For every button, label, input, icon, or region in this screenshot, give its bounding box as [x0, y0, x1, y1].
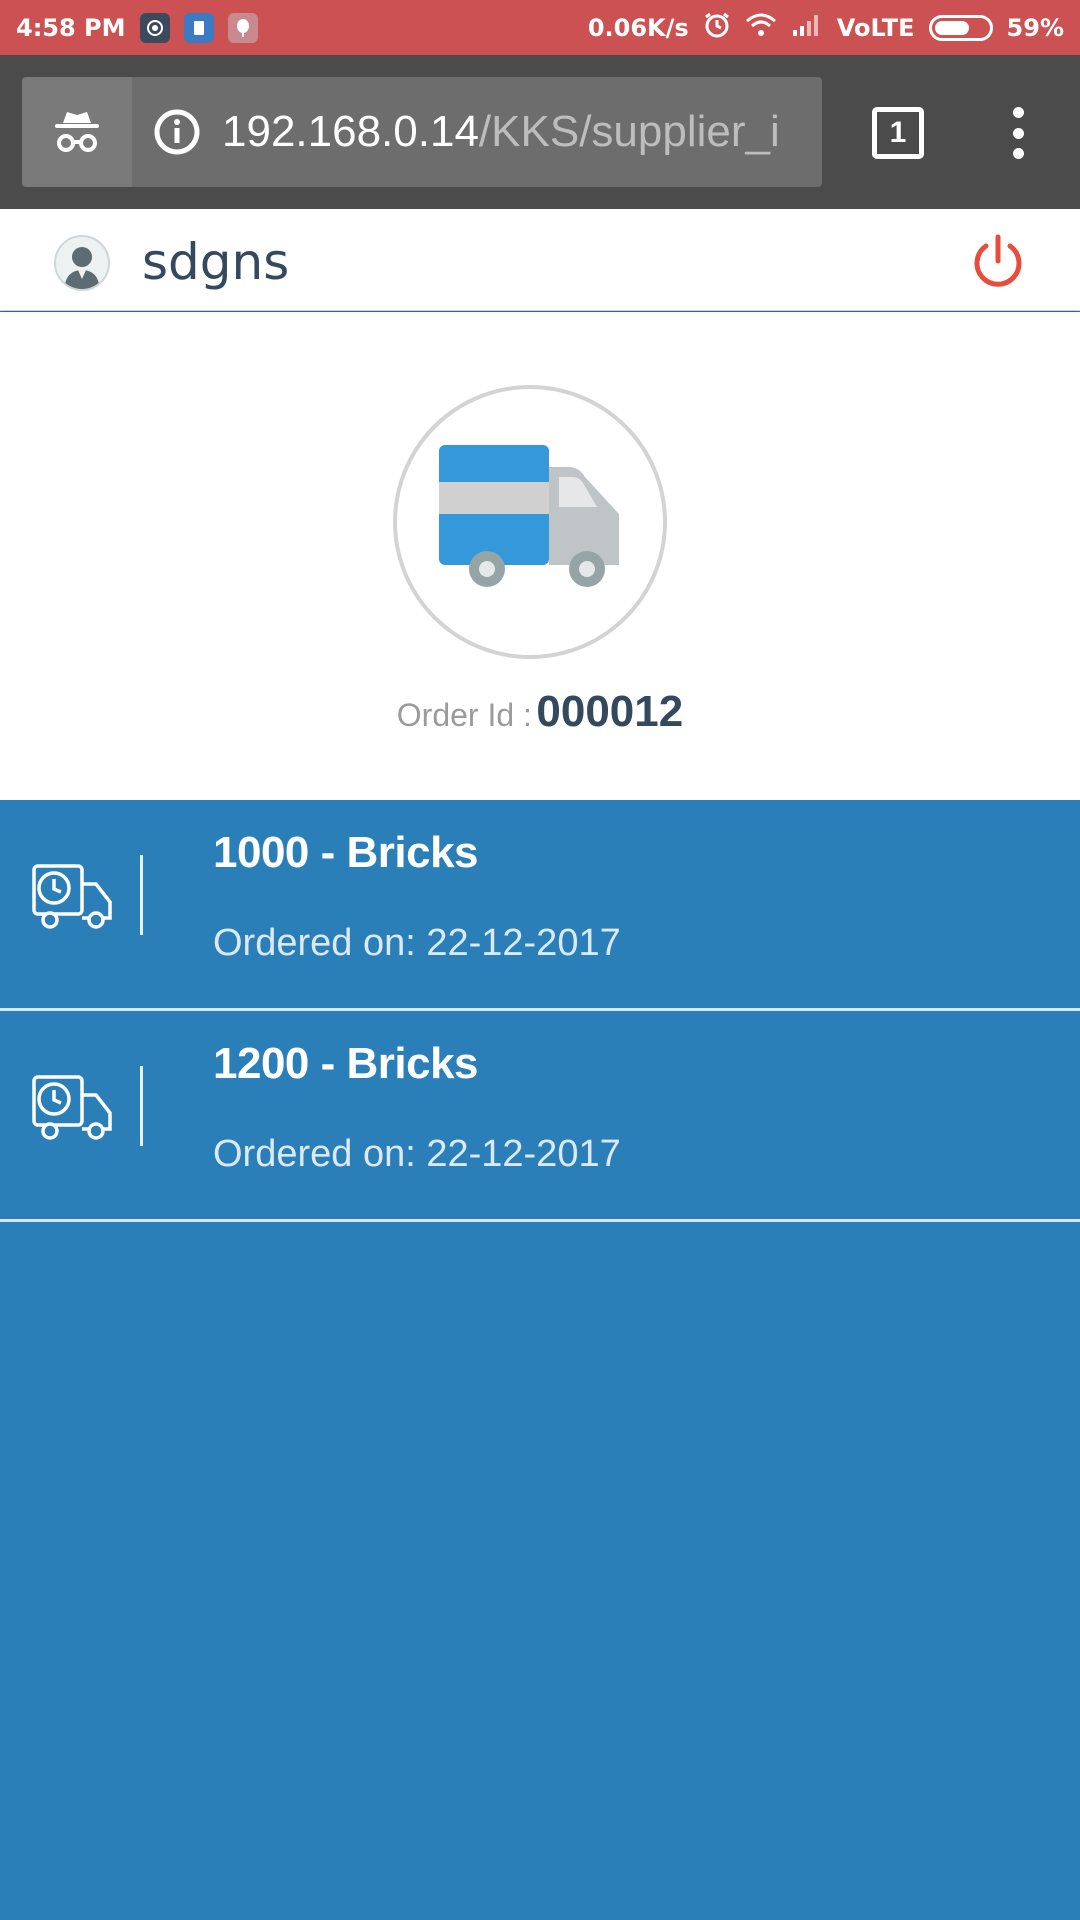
- order-title: 1000 - Bricks: [213, 828, 479, 877]
- delivery-truck-clock-icon: [32, 864, 112, 929]
- order-id-value: 000012: [536, 687, 684, 736]
- order-row[interactable]: 1200 - Bricks Ordered on: 22-12-2017: [0, 1011, 1080, 1222]
- username: sdgns: [142, 233, 290, 291]
- balloon-notification-icon: [227, 12, 258, 43]
- app-notification-icon: [183, 12, 214, 43]
- tab-count: 1: [889, 116, 907, 149]
- battery-percent: 59%: [1006, 13, 1064, 42]
- incognito-icon[interactable]: [22, 77, 132, 187]
- orders-list: 1000 - Bricks Ordered on: 22-12-2017 120…: [0, 800, 1080, 1222]
- order-id-label: Order Id :: [396, 697, 532, 733]
- truck-icon: [393, 385, 667, 659]
- power-icon[interactable]: [968, 231, 1028, 291]
- status-bar: 4:58 PM 0.06K/s VoLTE 59%: [0, 0, 1080, 55]
- url-bar[interactable]: 192.168.0.14/KKS/supplier_i: [132, 77, 822, 187]
- chrome-notification-icon: [139, 12, 170, 43]
- order-title: 1200 - Bricks: [213, 1039, 479, 1088]
- delivery-truck-clock-icon: [32, 1075, 112, 1140]
- app-header: sdgns: [0, 209, 1080, 311]
- tabs-icon[interactable]: 1: [872, 107, 924, 159]
- alarm-icon: [703, 11, 731, 45]
- order-row[interactable]: 1000 - Bricks Ordered on: 22-12-2017: [0, 800, 1080, 1011]
- order-date: Ordered on: 22-12-2017: [213, 922, 621, 964]
- more-menu-icon[interactable]: [1002, 103, 1034, 163]
- browser-toolbar: 192.168.0.14/KKS/supplier_i 1: [0, 55, 1080, 209]
- signal-icon: [791, 12, 823, 44]
- url-text[interactable]: 192.168.0.14/KKS/supplier_i: [222, 107, 780, 157]
- wifi-icon: [745, 12, 777, 44]
- row-divider: [140, 855, 143, 935]
- avatar-icon[interactable]: [54, 235, 110, 291]
- order-hero: Order Id : 000012: [0, 312, 1080, 800]
- url-host: 192.168.0.14: [222, 107, 479, 156]
- battery-icon: [928, 14, 993, 41]
- info-icon[interactable]: [154, 109, 200, 155]
- order-id-line: Order Id : 000012: [0, 687, 1080, 737]
- status-time: 4:58 PM: [16, 13, 126, 42]
- network-speed: 0.06K/s: [587, 13, 689, 42]
- network-type: VoLTE: [836, 13, 915, 42]
- order-date: Ordered on: 22-12-2017: [213, 1133, 621, 1175]
- url-path: /KKS/supplier_i: [478, 107, 780, 156]
- row-divider: [140, 1066, 143, 1146]
